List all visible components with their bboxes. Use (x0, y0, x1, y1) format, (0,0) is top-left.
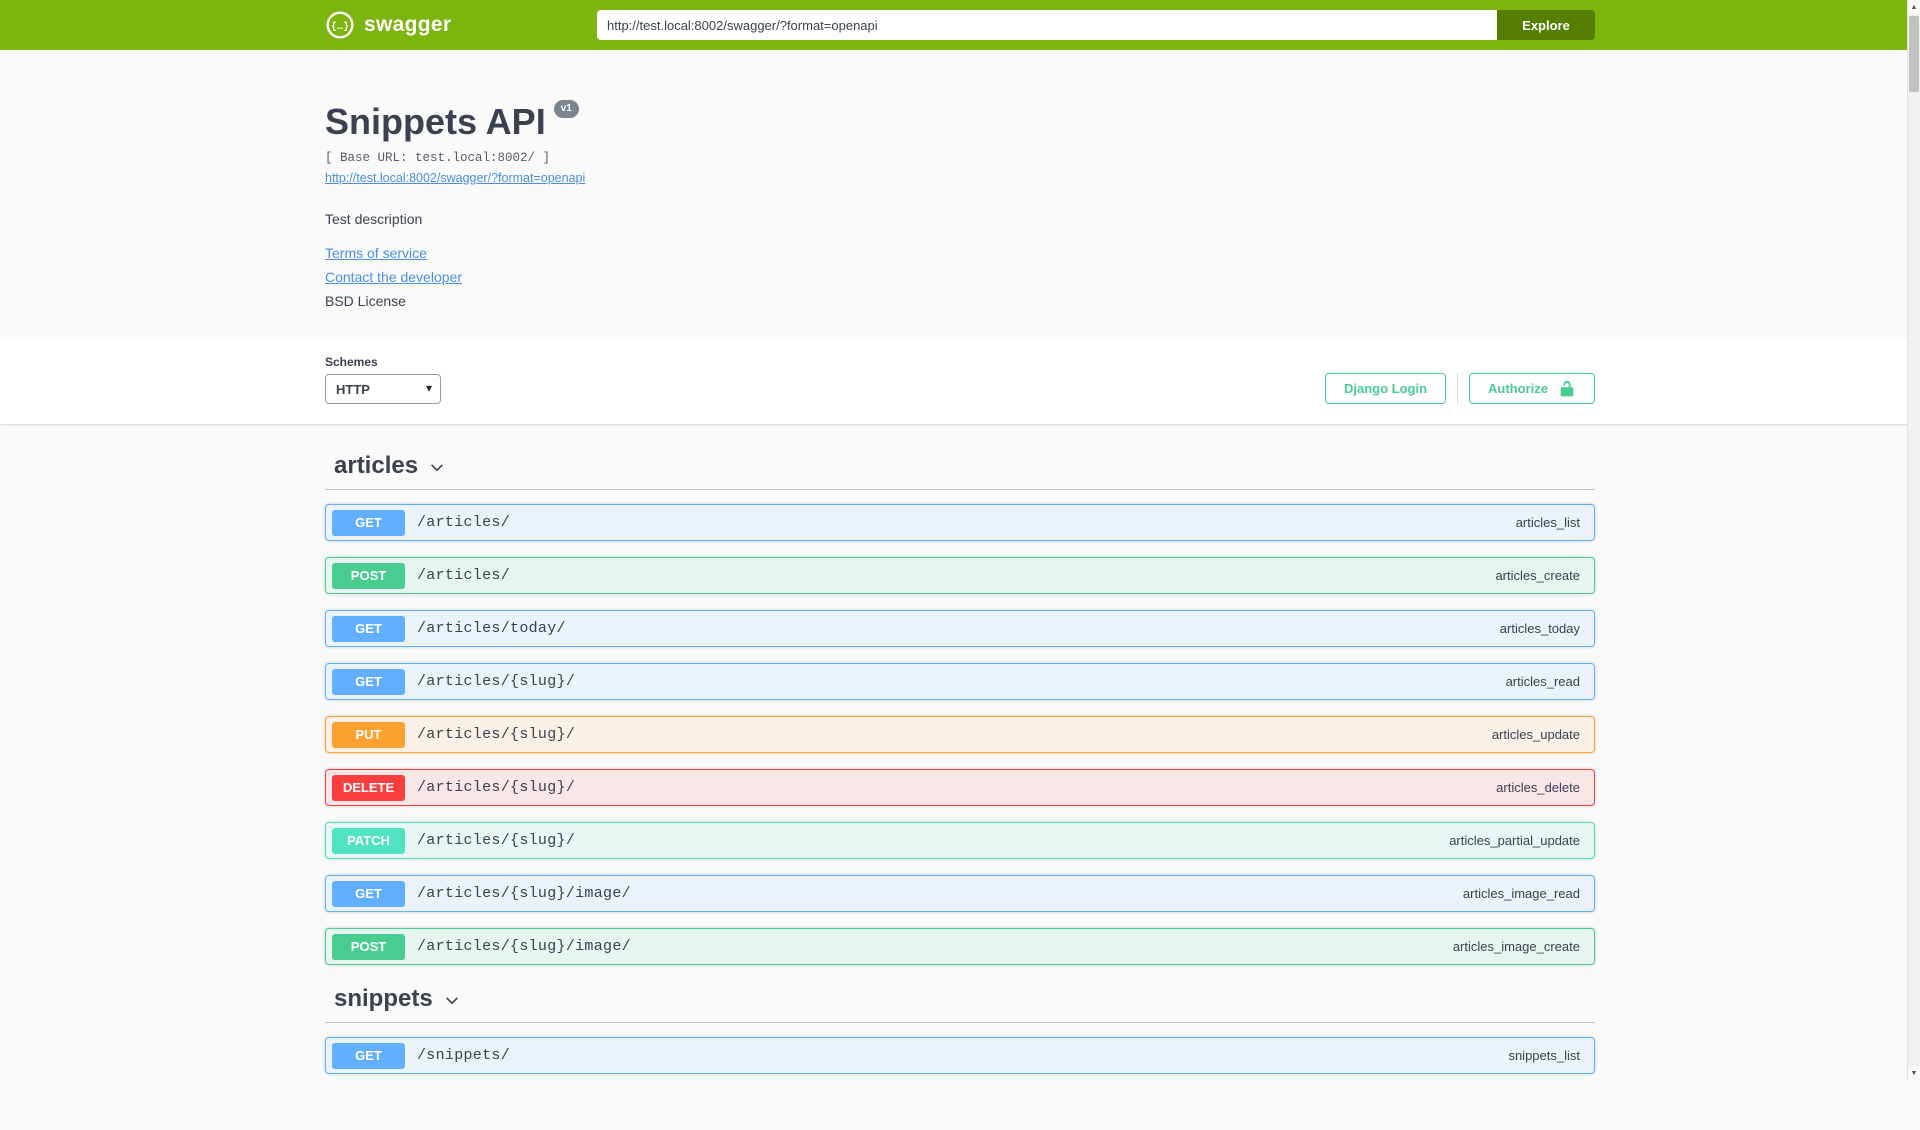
api-title: Snippets API v1 (325, 100, 1595, 143)
swagger-brand-link[interactable]: {…} swagger (325, 10, 451, 40)
brand-name: swagger (364, 13, 452, 36)
method-badge: GET (332, 668, 405, 695)
api-title-text: Snippets API (325, 101, 546, 142)
info-section: Snippets API v1 [ Base URL: test.local:8… (0, 50, 1920, 340)
scroll-up-icon[interactable]: ▲ (1908, 0, 1920, 14)
base-url: [ Base URL: test.local:8002/ ] (325, 151, 551, 166)
svg-text:{…}: {…} (331, 21, 349, 33)
topbar: {…} swagger Explore (0, 0, 1920, 50)
operation-id: articles_image_create (1452, 939, 1580, 955)
operation-path: /articles/ (417, 514, 511, 532)
method-badge: POST (332, 933, 405, 960)
auth-block: Django Login Authorize (1325, 373, 1595, 405)
operations: articles GET /articles/ articles_list PO… (325, 424, 1595, 1130)
method-badge: GET (332, 509, 405, 536)
spec-link[interactable]: http://test.local:8002/swagger/?format=o… (325, 171, 585, 185)
operation-path: /articles/{slug}/ (417, 779, 576, 797)
operation-path: /articles/{slug}/ (417, 832, 576, 850)
method-badge: GET (332, 1042, 405, 1069)
operation-path: /articles/ (417, 567, 511, 585)
operation-articles_today[interactable]: GET /articles/today/ articles_today (325, 610, 1595, 648)
method-badge: PUT (332, 721, 405, 748)
operation-path: /articles/{slug}/image/ (417, 938, 631, 956)
operation-id: snippets_list (1508, 1048, 1580, 1064)
method-badge: GET (332, 615, 405, 642)
scheme-container: Schemes HTTP ▾ Django Login Authorize (0, 339, 1920, 425)
operation-snippets_list[interactable]: GET /snippets/ snippets_list (325, 1037, 1595, 1075)
operation-id: articles_today (1499, 621, 1580, 637)
schemes-block: Schemes HTTP ▾ (325, 355, 441, 405)
operation-list: GET /snippets/ snippets_list (325, 1023, 1595, 1075)
operation-path: /snippets/ (417, 1047, 511, 1065)
tag-name: snippets (334, 985, 433, 1013)
operation-articles_create[interactable]: POST /articles/ articles_create (325, 557, 1595, 595)
operation-id: articles_list (1515, 515, 1580, 531)
authorize-button[interactable]: Authorize (1469, 373, 1595, 405)
tag-section-articles: articles GET /articles/ articles_list PO… (325, 452, 1595, 966)
unlock-icon (1560, 380, 1574, 397)
operation-articles_image_read[interactable]: GET /articles/{slug}/image/ articles_ima… (325, 875, 1595, 913)
operation-id: articles_read (1505, 674, 1580, 690)
operation-id: articles_partial_update (1449, 833, 1580, 849)
operation-articles_partial_update[interactable]: PATCH /articles/{slug}/ articles_partial… (325, 822, 1595, 860)
tag-section-snippets: snippets GET /snippets/ snippets_list (325, 985, 1595, 1075)
operation-path: /articles/{slug}/ (417, 726, 576, 744)
operation-id: articles_image_read (1462, 886, 1580, 902)
auth-divider (1457, 373, 1459, 405)
operation-articles_list[interactable]: GET /articles/ articles_list (325, 504, 1595, 542)
tag-header-snippets[interactable]: snippets (325, 985, 1595, 1024)
scroll-down-icon[interactable]: ▼ (1908, 1066, 1920, 1080)
operation-list: GET /articles/ articles_list POST /artic… (325, 490, 1595, 966)
django-login-button[interactable]: Django Login (1325, 373, 1447, 405)
contact-developer-link[interactable]: Contact the developer (325, 269, 462, 285)
scrollbar[interactable]: ▲ ▼ (1907, 0, 1920, 1080)
operation-articles_image_create[interactable]: POST /articles/{slug}/image/ articles_im… (325, 928, 1595, 966)
tag-header-articles[interactable]: articles (325, 452, 1595, 491)
operation-id: articles_delete (1496, 780, 1580, 796)
chevron-down-icon (445, 997, 458, 1005)
tag-name: articles (334, 452, 419, 480)
operation-path: /articles/{slug}/ (417, 673, 576, 691)
swagger-logo-icon: {…} (325, 10, 355, 40)
operation-articles_update[interactable]: PUT /articles/{slug}/ articles_update (325, 716, 1595, 754)
download-url-wrapper: Explore (597, 10, 1595, 40)
django-login-label: Django Login (1344, 381, 1428, 397)
schemes-select[interactable]: HTTP (325, 374, 441, 405)
operation-path: /articles/{slug}/image/ (417, 885, 631, 903)
explore-button[interactable]: Explore (1497, 10, 1595, 40)
method-badge: GET (332, 880, 405, 907)
method-badge: PATCH (332, 827, 405, 854)
method-badge: DELETE (332, 774, 405, 801)
license-text: BSD License (325, 293, 406, 310)
authorize-label: Authorize (1488, 381, 1548, 397)
method-badge: POST (332, 562, 405, 589)
operation-path: /articles/today/ (417, 620, 566, 638)
operation-id: articles_create (1495, 568, 1580, 584)
operation-id: articles_update (1491, 727, 1580, 743)
operation-articles_delete[interactable]: DELETE /articles/{slug}/ articles_delete (325, 769, 1595, 807)
operation-articles_read[interactable]: GET /articles/{slug}/ articles_read (325, 663, 1595, 701)
spec-url-input[interactable] (597, 10, 1497, 40)
scrollbar-thumb[interactable] (1909, 16, 1919, 92)
version-badge: v1 (553, 100, 579, 118)
terms-of-service-link[interactable]: Terms of service (325, 245, 427, 261)
chevron-down-icon (431, 464, 443, 472)
api-description: Test description (325, 211, 423, 228)
schemes-label: Schemes (325, 355, 378, 370)
